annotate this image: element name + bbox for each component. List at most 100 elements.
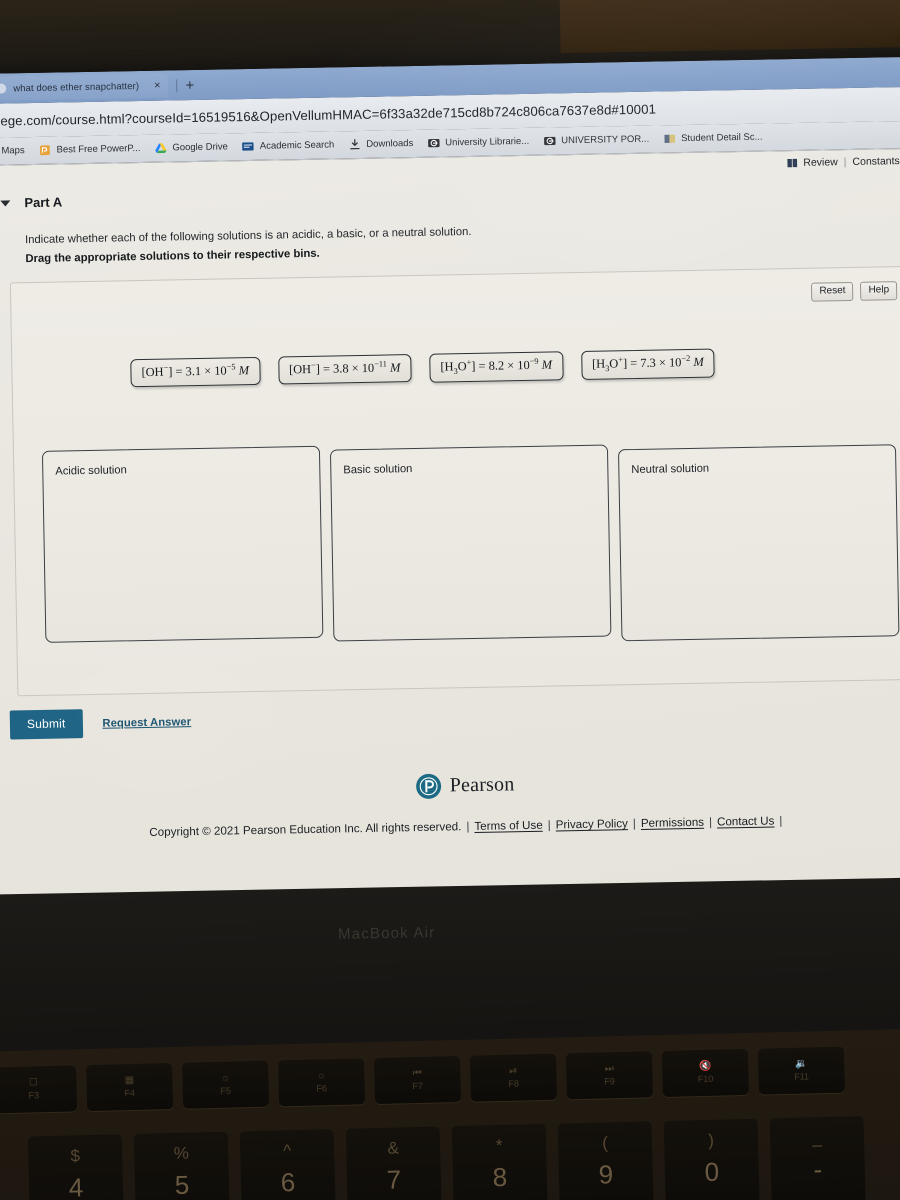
token-coefficient: 3.8	[332, 361, 349, 377]
token-unit: M	[693, 355, 704, 370]
token-charge: −	[310, 361, 316, 371]
key-f6[interactable]: ☼ F6	[278, 1058, 366, 1107]
footer-separator: |	[632, 817, 637, 831]
token-unit: M	[238, 363, 250, 378]
drop-bin-basic[interactable]: Basic solution	[329, 444, 612, 642]
key-f4[interactable]: ▦ F4	[86, 1063, 174, 1112]
tab-divider	[176, 78, 178, 92]
key-f11[interactable]: 🔉 F11	[757, 1046, 845, 1095]
mission-control-icon: ☐	[28, 1077, 39, 1089]
pearson-mark-icon	[415, 773, 441, 800]
google-drive-icon	[155, 143, 167, 154]
key-label: F7	[412, 1080, 424, 1092]
laptop-keyboard: ☐ F3 ▦ F4 ☼ F5 ☼ F6 ⏮ F7 ⏯ F8 ⏭ F9 🔇 F10…	[0, 1028, 900, 1200]
page-title: Part A	[24, 194, 63, 211]
key-label: F11	[794, 1071, 810, 1082]
token-charge: +	[618, 355, 624, 365]
bookmark-academic-search[interactable]: Academic Search	[242, 138, 335, 153]
constants-link[interactable]: Constants	[852, 155, 899, 168]
key-9[interactable]: ( 9	[557, 1121, 654, 1200]
laptop-brand-label: MacBook Air	[337, 924, 436, 943]
footer-separator: |	[779, 814, 783, 828]
token-exponent: −9	[529, 357, 539, 367]
draggable-token[interactable]: [H3O+] = 7.3 × 10−2 M	[580, 348, 716, 380]
drop-bin-neutral[interactable]: Neutral solution	[617, 444, 900, 642]
key-0[interactable]: ) 0	[663, 1118, 760, 1200]
key-6[interactable]: ^ 6	[239, 1129, 337, 1200]
bookmark-label: Academic Search	[259, 139, 335, 152]
key-label: F3	[28, 1090, 40, 1101]
drag-drop-answer-area: Reset Help [OH−] = 3.1 × 10−5 M [OH−] = …	[9, 266, 900, 697]
browser-tab[interactable]: what does ether snapchatter) ×	[0, 73, 169, 101]
permissions-link[interactable]: Permissions	[641, 816, 704, 830]
token-species: OH	[293, 362, 312, 377]
key-f10[interactable]: 🔇 F10	[661, 1048, 749, 1098]
draggable-token[interactable]: [H3O+] = 8.2 × 10−9 M	[429, 351, 564, 383]
token-subscript: 3	[453, 367, 458, 377]
bookmark-student-detail-schedule[interactable]: Student Detail Sc...	[663, 131, 763, 146]
book-icon	[786, 158, 797, 168]
key-number: 6	[280, 1167, 296, 1198]
number-key-row: $ 4 % 5 ^ 6 & 7 * 8 ( 9) 0 _ -	[27, 1116, 866, 1200]
token-coefficient: 3.1	[185, 364, 202, 379]
volume-down-icon: 🔉	[794, 1058, 808, 1070]
key-label: F6	[316, 1083, 328, 1094]
screenshot-root: what does ether snapchatter) × + ollege.…	[0, 0, 900, 1200]
launchpad-icon: ▦	[124, 1074, 135, 1087]
key-number: 8	[492, 1161, 508, 1193]
key-number: 4	[68, 1172, 84, 1200]
new-tab-icon[interactable]: +	[185, 77, 194, 94]
contact-us-link[interactable]: Contact Us	[717, 815, 775, 829]
key-f8[interactable]: ⏯ F8	[469, 1053, 558, 1102]
key-number: -	[813, 1154, 823, 1185]
request-answer-link[interactable]: Request Answer	[102, 716, 191, 730]
key-f5[interactable]: ☼ F5	[182, 1060, 270, 1109]
token-exponent: −11	[374, 359, 387, 370]
footer-separator: |	[708, 816, 713, 830]
reset-button[interactable]: Reset	[811, 282, 854, 302]
token-coefficient: 8.2	[488, 358, 505, 374]
key-f7[interactable]: ⏮ F7	[373, 1055, 462, 1105]
token-exponent: −5	[226, 362, 236, 372]
submit-button[interactable]: Submit	[9, 709, 83, 740]
draggable-token[interactable]: [OH−] = 3.8 × 10−11 M	[277, 354, 412, 385]
ebsco-icon	[543, 136, 556, 146]
key-f3[interactable]: ☐ F3	[0, 1065, 78, 1114]
token-charge: −	[163, 363, 169, 374]
bookmark-label: University Librarie...	[445, 135, 530, 149]
bookmark-best-free-powerpoint[interactable]: Best Free PowerP...	[39, 142, 141, 157]
key-f9[interactable]: ⏭ F9	[565, 1051, 654, 1100]
key-minus[interactable]: _ -	[769, 1116, 866, 1200]
drop-bin-acidic[interactable]: Acidic solution	[41, 446, 324, 644]
key-label: F4	[124, 1087, 136, 1099]
bin-label: Acidic solution	[55, 464, 127, 479]
utilbar-separator: |	[843, 156, 847, 169]
key-5[interactable]: % 5	[133, 1131, 231, 1200]
key-shift-symbol: _	[812, 1128, 823, 1148]
key-7[interactable]: & 7	[345, 1126, 443, 1200]
student-detail-icon	[664, 134, 676, 143]
key-shift-symbol: %	[173, 1143, 190, 1163]
review-link[interactable]: Review	[803, 156, 838, 169]
fast-forward-icon: ⏭	[604, 1063, 614, 1075]
privacy-policy-link[interactable]: Privacy Policy	[556, 818, 628, 832]
browser-window: what does ether snapchatter) × + ollege.…	[0, 56, 900, 904]
ebsco-icon	[428, 138, 440, 148]
bookmark-label: Best Free PowerP...	[56, 143, 141, 156]
bookmark-google-drive[interactable]: Google Drive	[154, 140, 228, 154]
close-icon[interactable]: ×	[154, 80, 161, 92]
key-8[interactable]: * 8	[451, 1123, 548, 1200]
terms-of-use-link[interactable]: Terms of Use	[474, 819, 543, 833]
bookmark-university-portal[interactable]: UNIVERSITY POR...	[543, 133, 649, 148]
function-key-row: ☐ F3 ▦ F4 ☼ F5 ☼ F6 ⏮ F7 ⏯ F8 ⏭ F9 🔇 F10…	[0, 1046, 845, 1114]
brightness-down-icon: ☼	[220, 1072, 231, 1084]
bookmark-university-libraries[interactable]: University Librarie...	[427, 135, 529, 150]
bookmark-maps[interactable]: Maps	[0, 144, 25, 158]
help-button[interactable]: Help	[860, 281, 898, 301]
key-4[interactable]: $ 4	[27, 1134, 125, 1200]
bookmark-downloads[interactable]: Downloads	[348, 137, 413, 151]
draggable-token[interactable]: [OH−] = 3.1 × 10−5 M	[130, 357, 261, 387]
chevron-down-icon[interactable]	[0, 199, 11, 207]
bookmark-label: UNIVERSITY POR...	[561, 133, 650, 147]
academic-search-icon	[242, 142, 255, 151]
